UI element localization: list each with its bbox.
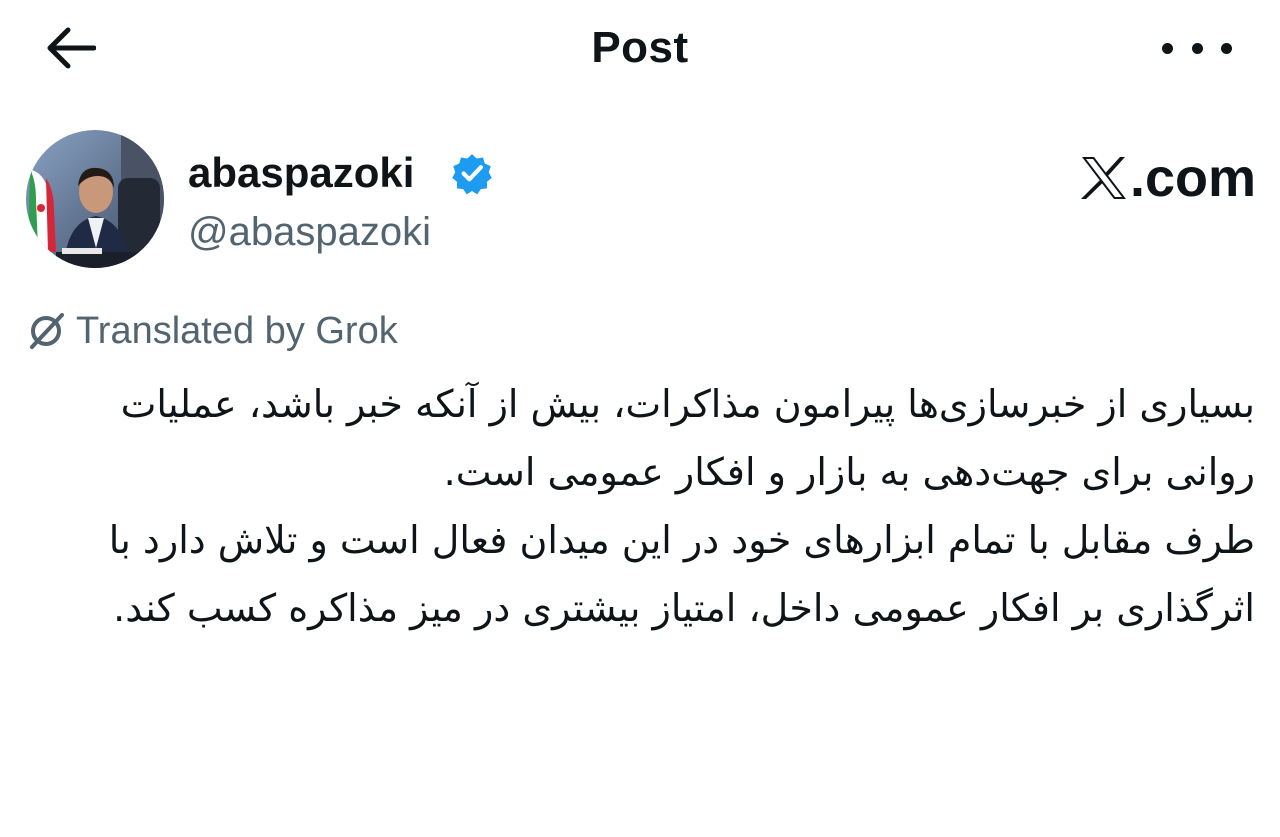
post-text: بسیاری از خبرسازی‌ها پیرامون مذاکرات، بی… [40,370,1255,642]
translated-by-grok[interactable]: Translated by Grok [26,308,398,354]
page-title: Post [591,23,689,72]
site-watermark-text: .com [1129,148,1256,208]
more-dot [1221,42,1232,54]
more-horizontal-icon [1162,42,1173,54]
top-bar: Post [0,0,1280,100]
translation-label: Translated by Grok [76,310,398,352]
avatar-image [26,130,164,268]
grok-icon [30,313,64,349]
post-author: abaspazoki @abaspazoki .com [26,130,1256,270]
author-display-name[interactable]: abaspazoki [188,150,414,196]
verified-badge-icon [452,154,492,194]
post-paragraph: طرف مقابل با تمام ابزارهای خود در این می… [108,518,1255,630]
more-dot [1191,42,1203,54]
avatar[interactable] [26,130,164,268]
post-page: Post abaspazoki @abaspazoki .com Transla… [0,0,1280,837]
post-paragraph: بسیاری از خبرسازی‌ها پیرامون مذاکرات، بی… [120,382,1255,494]
x-logo-icon [1080,157,1126,199]
more-options-button[interactable] [1162,30,1232,66]
site-watermark: .com [1080,148,1256,208]
author-handle[interactable]: @abaspazoki [188,210,431,254]
